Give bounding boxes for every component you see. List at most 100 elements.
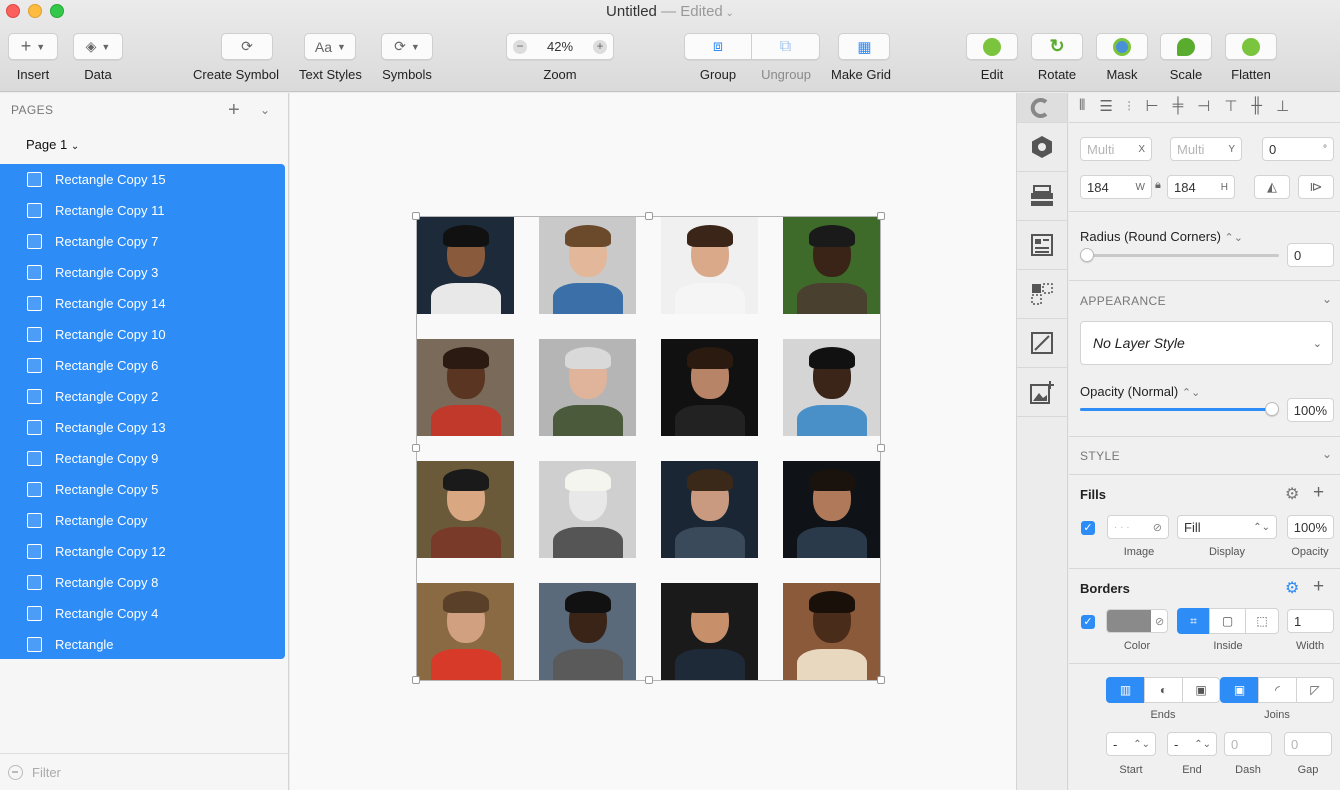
mask-tool[interactable]: Mask	[1096, 33, 1148, 82]
round-join-button[interactable]: ◜	[1258, 677, 1296, 703]
fill-opacity-field[interactable]: 100%	[1287, 515, 1334, 539]
width-field[interactable]: 184 W	[1080, 175, 1152, 199]
radius-slider-track[interactable]	[1083, 254, 1279, 257]
portrait-image[interactable]	[661, 583, 758, 680]
align-center-icon[interactable]: ╪	[1173, 97, 1184, 115]
add-border-icon[interactable]: +	[1313, 576, 1324, 598]
chevron-down-icon[interactable]: ⌄	[1322, 292, 1332, 306]
border-width-field[interactable]: 1	[1287, 609, 1334, 633]
page-selector[interactable]: Page 1 ⌄	[26, 137, 79, 152]
portrait-image[interactable]	[417, 217, 514, 314]
square-end-button[interactable]: ▣	[1182, 677, 1220, 703]
flip-horizontal-button[interactable]: ◭	[1254, 175, 1290, 199]
window-title[interactable]: Untitled — Edited ⌄	[0, 3, 1340, 20]
flip-vertical-button[interactable]: ⧐	[1298, 175, 1334, 199]
stepper-icon[interactable]: ⌃⌄	[1182, 387, 1200, 399]
zoom-out-icon[interactable]: −	[513, 39, 527, 54]
tab-arrange[interactable]	[1017, 270, 1067, 319]
gear-icon[interactable]: ⚙	[1285, 484, 1299, 504]
rotation-field[interactable]: 0 °	[1262, 137, 1334, 161]
layer-item[interactable]: Rectangle Copy 10	[0, 319, 285, 350]
chevron-down-icon[interactable]: ⌄	[260, 103, 270, 117]
round-end-button[interactable]: ◐	[1144, 677, 1182, 703]
portrait-image[interactable]	[539, 583, 636, 680]
border-enabled-checkbox[interactable]: ✓	[1081, 615, 1095, 629]
butt-end-button[interactable]: ▥	[1106, 677, 1144, 703]
fill-display-select[interactable]: Fill ⌃⌄	[1177, 515, 1277, 539]
portrait-image[interactable]	[417, 583, 514, 680]
add-page-icon[interactable]: +	[228, 99, 240, 122]
start-arrow-select[interactable]: - ⌃⌄	[1106, 732, 1156, 756]
filter-field[interactable]: Filter	[0, 753, 289, 790]
fill-enabled-checkbox[interactable]: ✓	[1081, 521, 1095, 535]
add-fill-icon[interactable]: +	[1313, 482, 1324, 504]
data-tool[interactable]: ◈ ▼ Data	[73, 33, 123, 82]
layer-item[interactable]: Rectangle Copy 3	[0, 257, 285, 288]
layer-item[interactable]: Rectangle Copy 9	[0, 443, 285, 474]
opacity-field[interactable]: 100%	[1287, 398, 1334, 422]
layer-item[interactable]: Rectangle Copy 11	[0, 195, 285, 226]
portrait-image[interactable]	[417, 339, 514, 436]
portrait-image[interactable]	[661, 339, 758, 436]
tab-symbol-inspector[interactable]	[1017, 123, 1067, 172]
chevron-down-icon[interactable]: ⌄	[1322, 447, 1332, 461]
tab-text-layout[interactable]	[1017, 221, 1067, 270]
lock-icon[interactable]: 🔒︎	[1155, 179, 1161, 192]
tab-sketch-cloud[interactable]	[1017, 93, 1067, 123]
border-center-button[interactable]: ⌗	[1177, 608, 1209, 634]
portrait-image[interactable]	[539, 339, 636, 436]
dash-field[interactable]: 0	[1224, 732, 1272, 756]
make-grid-tool[interactable]: ▦ Make Grid	[831, 33, 891, 82]
resize-handle[interactable]	[877, 212, 885, 220]
layer-item[interactable]: Rectangle Copy 7	[0, 226, 285, 257]
portrait-image[interactable]	[783, 339, 880, 436]
layer-item[interactable]: Rectangle Copy 14	[0, 288, 285, 319]
radius-field[interactable]: 0	[1287, 243, 1334, 267]
portrait-image[interactable]	[783, 461, 880, 558]
radius-slider-knob[interactable]	[1080, 248, 1094, 262]
align-bottom-icon[interactable]: ⊥	[1276, 97, 1289, 115]
layer-item[interactable]: Rectangle Copy 13	[0, 412, 285, 443]
stepper-icon[interactable]: ⌃⌄	[1225, 232, 1243, 244]
border-color-well[interactable]: ⊘	[1106, 609, 1168, 633]
align-right-icon[interactable]: ⊣	[1197, 97, 1210, 115]
zoom-in-icon[interactable]: +	[593, 39, 607, 54]
group-tool[interactable]: ⧈ Group	[684, 33, 752, 82]
layer-item[interactable]: Rectangle	[0, 629, 285, 660]
align-left-icon[interactable]: ⊢	[1146, 97, 1159, 115]
miter-join-button[interactable]: ▣	[1220, 677, 1258, 703]
resize-handle[interactable]	[877, 444, 885, 452]
portrait-image[interactable]	[539, 217, 636, 314]
align-middle-icon[interactable]: ╫	[1251, 97, 1262, 115]
scale-tool[interactable]: Scale	[1160, 33, 1212, 82]
flatten-tool[interactable]: Flatten	[1225, 33, 1277, 82]
portrait-image[interactable]	[783, 583, 880, 680]
resize-handle[interactable]	[412, 212, 420, 220]
layer-item[interactable]: Rectangle Copy 8	[0, 567, 285, 598]
resize-handle[interactable]	[412, 444, 420, 452]
height-field[interactable]: 184 H	[1167, 175, 1235, 199]
align-top-icon[interactable]: ⊤	[1224, 97, 1237, 115]
layer-item[interactable]: Rectangle Copy	[0, 505, 285, 536]
layer-item[interactable]: Rectangle Copy 2	[0, 381, 285, 412]
gap-field[interactable]: 0	[1284, 732, 1332, 756]
edit-tool[interactable]: Edit	[966, 33, 1018, 82]
portrait-image[interactable]	[661, 461, 758, 558]
layer-item[interactable]: Rectangle Copy 12	[0, 536, 285, 567]
border-outside-button[interactable]: ⬚	[1245, 608, 1279, 634]
end-arrow-select[interactable]: - ⌃⌄	[1167, 732, 1217, 756]
portrait-image[interactable]	[783, 217, 880, 314]
bevel-join-button[interactable]: ◸	[1296, 677, 1334, 703]
portrait-image[interactable]	[539, 461, 636, 558]
layer-item[interactable]: Rectangle Copy 4	[0, 598, 285, 629]
tab-layout[interactable]	[1017, 172, 1067, 221]
layer-item[interactable]: Rectangle Copy 15	[0, 164, 285, 195]
tab-image-add[interactable]	[1017, 368, 1067, 417]
resize-handle[interactable]	[645, 212, 653, 220]
layer-style-dropdown[interactable]: No Layer Style ⌄	[1080, 321, 1333, 365]
insert-tool[interactable]: + ▼ Insert	[8, 33, 58, 82]
distribute-vertical-icon[interactable]: ☰	[1099, 97, 1112, 115]
opacity-slider-knob[interactable]	[1265, 402, 1279, 416]
resize-handle[interactable]	[645, 676, 653, 684]
gear-icon[interactable]: ⚙	[1285, 578, 1299, 598]
